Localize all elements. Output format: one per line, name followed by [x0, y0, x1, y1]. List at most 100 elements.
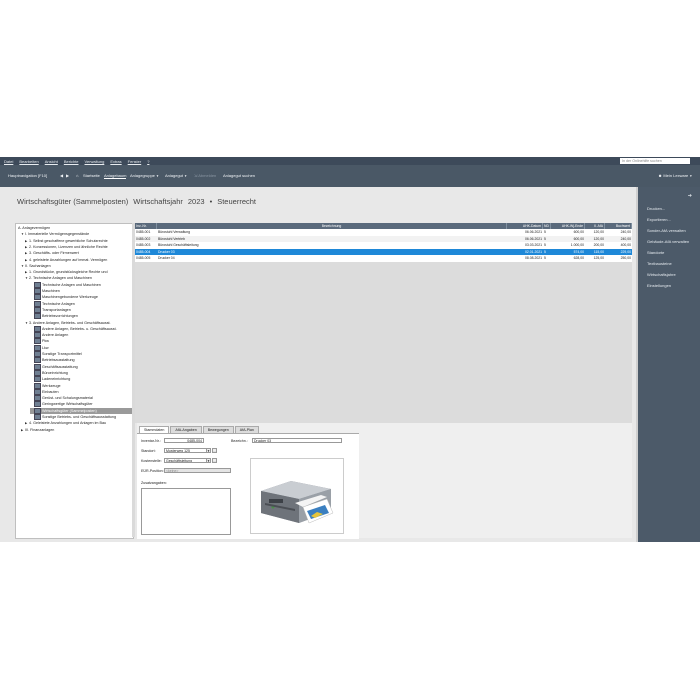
cell-ahk-date: 08.08.2021: [525, 256, 542, 260]
cost-center-select[interactable]: Geschäftsleitung: [164, 458, 211, 463]
tree-node[interactable]: ▶ 1. Selbst geschaffene gewerbliche Schut…: [25, 238, 133, 244]
toolbar: Hauptnavigation [F10] ◀ ▶ ⌂ Startseite A…: [0, 165, 700, 187]
tree-node-label: 3. Geschäfts- oder Firmenwert: [29, 251, 79, 256]
tree-node[interactable]: Betriebsvorrichtungen: [30, 313, 133, 320]
tree-node-label: 4. Geleistete Anzahlungen und Anlagen im…: [29, 421, 107, 426]
additional-info-textarea[interactable]: [141, 488, 231, 535]
asset-search-button[interactable]: Anlagegut suchen: [223, 173, 255, 178]
tree-node[interactable]: ▶ 4. Geleistete Anzahlungen und Anlagen i…: [25, 420, 133, 426]
tree-node[interactable]: Geringwertige Wirtschaftsgüter: [30, 401, 133, 408]
tree-node[interactable]: ▶ 2. Konzessionen, Lizenzen und ähnliche …: [25, 244, 133, 250]
tree-node-label: Lkw: [42, 345, 49, 350]
help-search-input[interactable]: In der Onlinehilfe suchen: [620, 158, 690, 164]
menu-help[interactable]: ?: [147, 159, 149, 164]
disposal-button[interactable]: ⇲ Abmelden: [194, 173, 216, 178]
cell-description: Drucker 04: [158, 256, 175, 260]
menu-extras[interactable]: Extras: [110, 159, 121, 164]
tree-node-label: Sonstige Transportmittel: [42, 352, 82, 356]
more-options-icon[interactable]: …: [212, 448, 217, 453]
asset-button[interactable]: Anlagegut ▼: [165, 173, 187, 178]
location-select[interactable]: Musterweg 125: [164, 448, 211, 453]
tree-node[interactable]: Büroeinrichtung: [30, 369, 133, 376]
asset-group-icon: [34, 401, 41, 408]
tree-node[interactable]: Pkw: [30, 338, 133, 345]
tree-node[interactable]: ▼3. Andere Anlagen, Betriebs- und Geschä…: [25, 320, 133, 326]
tree-node[interactable]: Einbauten: [30, 388, 133, 395]
fiscal-year-label: Wirtschaftsjahr: [133, 197, 183, 206]
chevron-down-icon[interactable]: ▼: [206, 448, 211, 453]
cost-center-label: Kostenstelle:: [141, 459, 162, 463]
tree-node[interactable]: Geschäftsausstattung: [30, 363, 133, 370]
tree-node[interactable]: A. Anlagevermögen: [18, 225, 133, 231]
tree-node[interactable]: Lkw: [30, 344, 133, 351]
tree-node[interactable]: Gerüst- und Schalungsmaterial: [30, 395, 133, 402]
tree-node[interactable]: ▼2. Technische Anlagen und Maschinen: [25, 275, 133, 281]
tree-node-label: Werkzeuge: [42, 383, 61, 388]
menu-file[interactable]: Datei: [4, 159, 13, 164]
tree-node-label: Andere Anlagen, Betriebs- u. Geschäftsau…: [42, 326, 117, 331]
tree-node[interactable]: ▶ 4. geleistete Anzahlungen auf immat. Ve…: [25, 257, 133, 263]
menu-admin[interactable]: Verwaltung: [85, 159, 105, 164]
table-row[interactable]: 0485-005 Drucker 04 08.08.2021 5 628,00 125,0…: [135, 255, 632, 262]
asset-tree-button[interactable]: Anlagebaum: [104, 173, 127, 179]
start-page-button[interactable]: Startseite: [83, 173, 100, 178]
sidebar-item-print[interactable]: Drucken...: [647, 206, 665, 211]
tree-node[interactable]: Maschinengebundene Werkzeuge: [30, 294, 133, 301]
asset-group-icon: [34, 281, 41, 288]
tree-node-label: 1. Selbst geschaffene gewerbliche Schutz…: [29, 238, 108, 243]
tree-node[interactable]: Technische Anlagen: [30, 300, 133, 307]
tree-node[interactable]: Andere Anlagen, Betriebs- u. Geschäftsau…: [30, 325, 133, 332]
back-icon[interactable]: ◀: [60, 173, 63, 178]
asset-group-icon: [34, 300, 41, 307]
tree-node[interactable]: ▶ 3. Geschäfts- oder Firmenwert: [25, 250, 133, 256]
sidebar-item-export[interactable]: Exportieren...: [647, 217, 671, 222]
tree-node-label: Sonstige Betriebs- und Geschäftsausstatt…: [42, 415, 116, 419]
tree-node[interactable]: Andere Anlagen: [30, 332, 133, 339]
tree-node[interactable]: Sonstige Transportmittel: [30, 351, 133, 358]
menu-view[interactable]: Ansicht: [45, 159, 58, 164]
menu-reports[interactable]: Berichte: [64, 159, 79, 164]
asset-label: Anlagegut: [165, 173, 184, 178]
chevron-down-icon[interactable]: ▼: [206, 458, 211, 463]
chevron-down-icon: ▼: [156, 174, 160, 178]
tree-node[interactable]: Maschinen: [30, 288, 133, 295]
sidebar-item-special-afa[interactable]: Sonder-AfA verwalten: [647, 228, 686, 233]
tree-node[interactable]: Transportanlagen: [30, 306, 133, 313]
asset-group-button[interactable]: Anlagegruppe ▼: [130, 173, 159, 178]
menu-window[interactable]: Fenster: [128, 159, 142, 164]
description-field[interactable]: Drucker 03: [252, 438, 342, 443]
home-icon[interactable]: ⌂: [76, 173, 78, 178]
tree-node-label: 3. Andere Anlagen, Betriebs- und Geschäf…: [29, 320, 111, 325]
tree-node[interactable]: ▼II. Sachanlagen: [21, 263, 133, 269]
asset-photo[interactable]: [250, 458, 344, 534]
asset-group-icon: [34, 332, 41, 339]
tree-node[interactable]: Wirtschaftsgüter (Sammelposten): [30, 407, 133, 414]
tree-node[interactable]: Ladeneinrichtung: [30, 376, 133, 383]
fiscal-year-value: 2023: [187, 197, 205, 206]
tree-node[interactable]: Sonstige Betriebs- und Geschäftsausstatt…: [30, 414, 133, 421]
main-navigation-button[interactable]: Hauptnavigation [F10]: [8, 173, 47, 178]
eur-position-select[interactable]: <keine>: [164, 468, 231, 473]
tree-node[interactable]: Werkzeuge: [30, 382, 133, 389]
asset-group-icon: [34, 294, 41, 301]
forward-icon[interactable]: ▶: [66, 173, 69, 178]
user-menu-button[interactable]: ☻ Mein Lexware ▼: [658, 173, 692, 178]
tree-node[interactable]: Betriebsausstattung: [30, 357, 133, 364]
sidebar-item-locations[interactable]: Standorte: [647, 250, 664, 255]
sidebar-item-building-afa[interactable]: Gebäude-AfA verwalten: [647, 239, 689, 244]
menu-edit[interactable]: Bearbeiten: [19, 159, 38, 164]
sidebar-item-settings[interactable]: Einstellungen: [647, 283, 671, 288]
tree-node[interactable]: ▶ III. Finanzanlagen: [21, 427, 133, 433]
asset-group-icon: [34, 382, 41, 389]
tree-node[interactable]: Technische Anlagen und Maschinen: [30, 281, 133, 288]
sidebar-item-text-blocks[interactable]: Textbausteine: [647, 261, 672, 266]
tree-node-label: Geringwertige Wirtschaftsgüter: [42, 402, 93, 407]
asset-group-icon: [34, 414, 41, 421]
tree-node[interactable]: ▶ 1. Grundstücke, grundstücksgleiche Rech…: [25, 269, 133, 275]
sidebar-item-fiscal-years[interactable]: Wirtschaftsjahre: [647, 272, 676, 277]
asset-group-icon: [34, 351, 41, 358]
more-options-icon[interactable]: …: [212, 458, 217, 463]
tree-node[interactable]: ▼I. Immaterielle Vermögensgegenstände: [21, 231, 133, 237]
inventory-number-field[interactable]: 0485-004: [164, 438, 204, 443]
collapse-sidebar-icon[interactable]: ➔: [688, 193, 692, 199]
